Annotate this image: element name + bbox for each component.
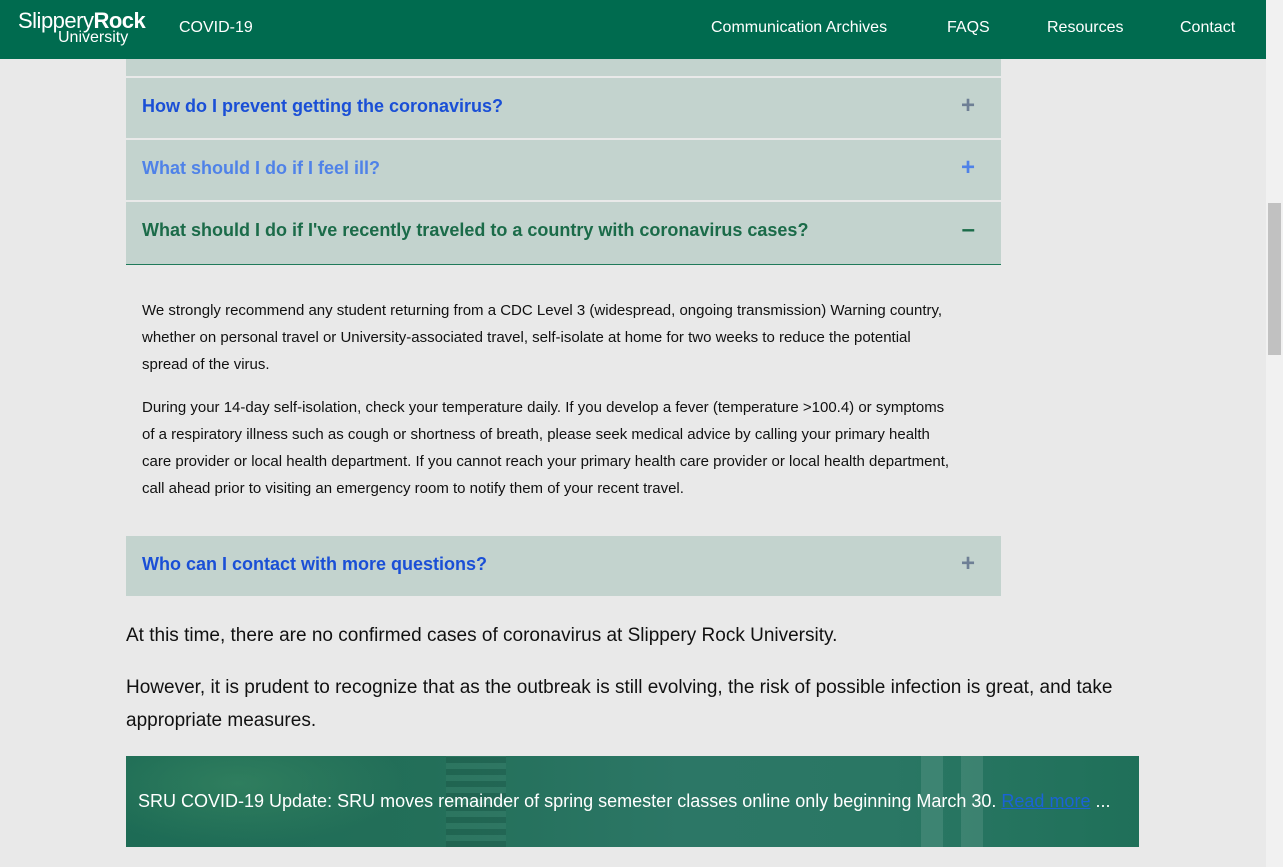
faq-item-feel-ill[interactable]: What should I do if I feel ill? + (126, 140, 1001, 200)
faq-question: Who can I contact with more questions? (142, 554, 488, 574)
read-more-link[interactable]: Read more (1001, 791, 1090, 811)
faq-answer-paragraph: We strongly recommend any student return… (142, 302, 943, 373)
faq-question: How do I prevent getting the coronavirus… (142, 96, 504, 116)
plus-icon: + (960, 550, 975, 577)
faq-answer: We strongly recommend any student return… (142, 297, 957, 518)
banner-headline: SRU COVID-19 Update: SRU moves remainder… (138, 791, 1110, 812)
faq-question: What should I do if I feel ill? (142, 158, 380, 178)
banner-ellipsis: ... (1090, 791, 1111, 811)
plus-icon: + (960, 154, 975, 181)
faq-item-contact[interactable]: Who can I contact with more questions? + (126, 536, 1001, 596)
nav-resources[interactable]: Resources (1047, 19, 1123, 37)
site-header: SlipperyRock University COVID-19 Communi… (0, 0, 1266, 59)
site-title-link[interactable]: COVID-19 (179, 19, 253, 37)
minus-icon: – (961, 216, 975, 243)
faq-answer-paragraph: During your 14-day self-isolation, check… (142, 399, 950, 497)
news-banner: SRU COVID-19 Update: SRU moves remainder… (126, 756, 1139, 847)
body-paragraph-1: At this time, there are no confirmed cas… (126, 625, 838, 646)
faq-question: What should I do if I've recently travel… (142, 220, 809, 240)
scrollbar-thumb[interactable] (1268, 203, 1281, 355)
nav-faqs[interactable]: FAQS (947, 19, 990, 37)
nav-contact[interactable]: Contact (1180, 19, 1235, 37)
faq-item-previous-edge (126, 59, 1001, 76)
plus-icon: + (960, 92, 975, 119)
logo-text-university: University (58, 29, 129, 46)
faq-item-traveled[interactable]: What should I do if I've recently travel… (126, 202, 1001, 265)
body-paragraph-2: However, it is prudent to recognize that… (126, 677, 1113, 731)
banner-headline-text: SRU COVID-19 Update: SRU moves remainder… (138, 791, 997, 811)
nav-communication-archives[interactable]: Communication Archives (711, 19, 887, 37)
university-logo[interactable]: SlipperyRock University (18, 8, 146, 50)
faq-item-prevent[interactable]: How do I prevent getting the coronavirus… (126, 78, 1001, 138)
page-scrollbar[interactable] (1266, 0, 1283, 867)
